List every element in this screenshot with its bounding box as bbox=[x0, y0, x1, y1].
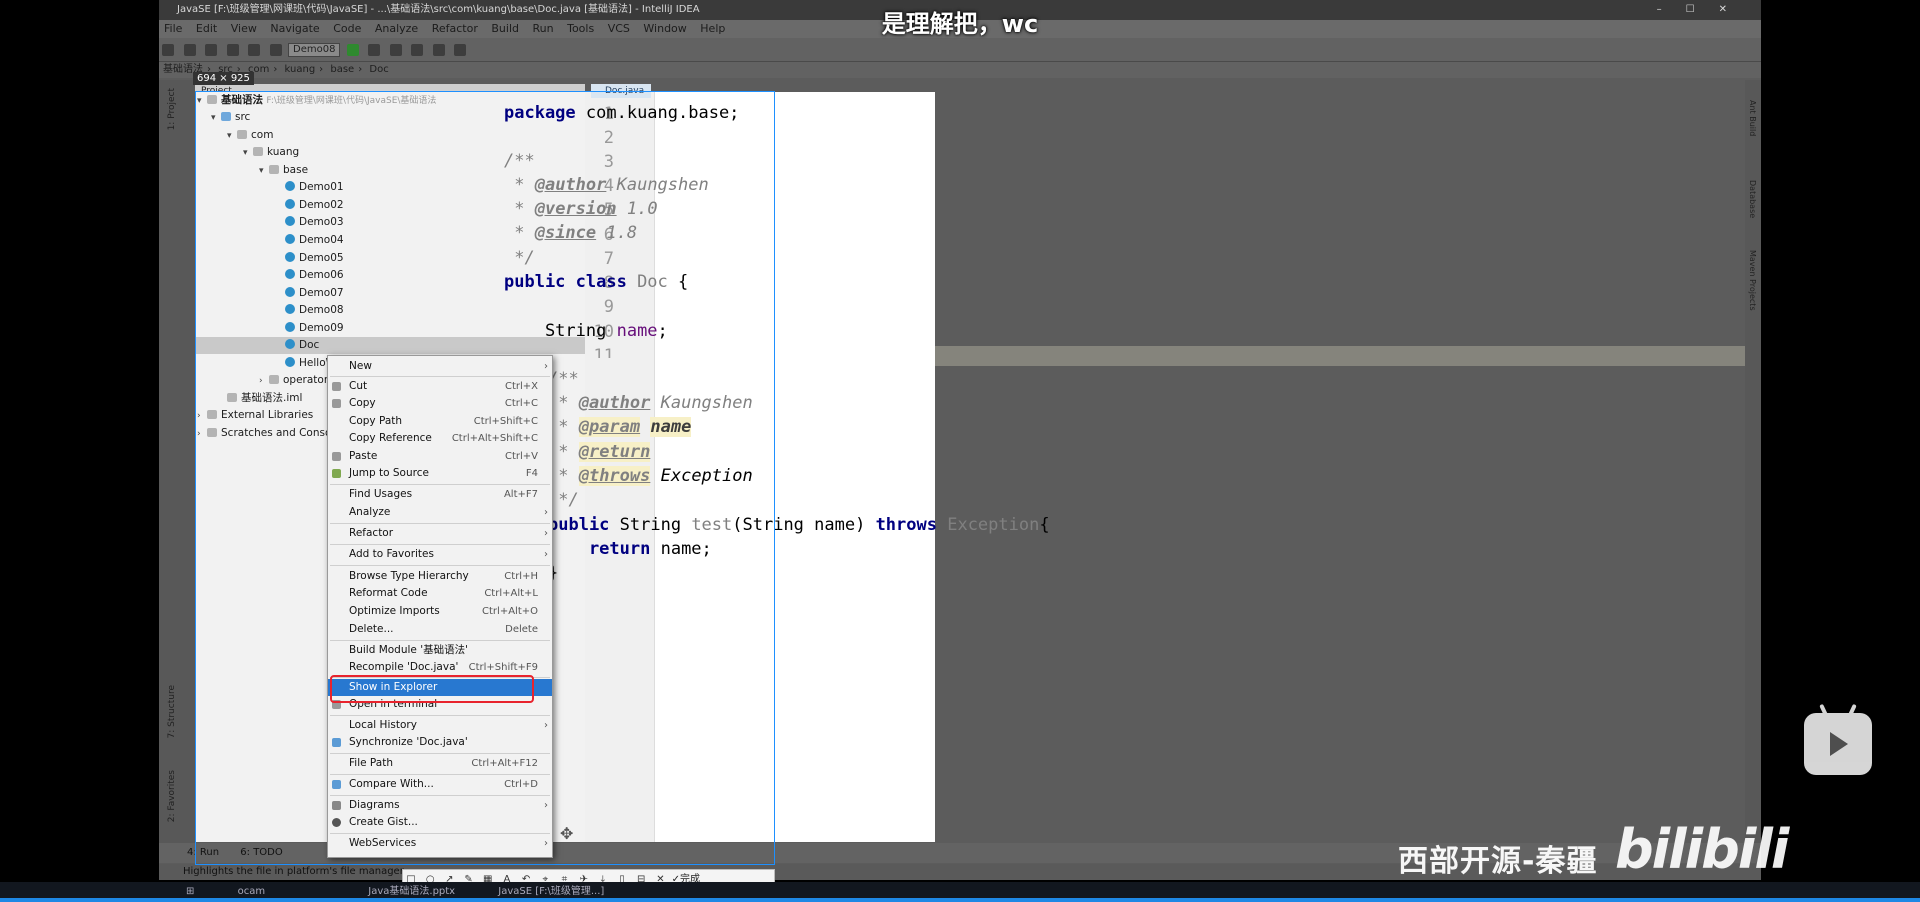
menu-item-build-module[interactable]: Build Module '基础语法' bbox=[328, 642, 552, 659]
menu-item-delete[interactable]: Delete... Delete bbox=[328, 621, 552, 638]
breadcrumb-item[interactable]: Doc bbox=[369, 64, 388, 75]
menu-item-paste[interactable]: Paste Ctrl+V bbox=[328, 448, 552, 465]
maven-tab[interactable]: Maven Projects bbox=[1748, 250, 1757, 311]
menu-separator bbox=[330, 753, 550, 754]
project-structure-icon[interactable] bbox=[432, 44, 445, 56]
menu-separator bbox=[330, 565, 550, 566]
video-subtitle: 是理解把，wc bbox=[881, 10, 1039, 38]
menu-item-local-history[interactable]: Local History › bbox=[328, 717, 552, 734]
play-icon[interactable] bbox=[1804, 703, 1872, 775]
main-toolbar: Demo08 bbox=[159, 38, 1761, 62]
left-tool-strip: 1: Project 7: Structure 2: Favorites bbox=[159, 80, 195, 855]
right-tool-strip: Ant Build Database Maven Projects bbox=[1745, 80, 1761, 855]
project-tool-tab[interactable]: 1: Project bbox=[167, 88, 177, 130]
sync-icon[interactable] bbox=[205, 44, 217, 56]
run-icon[interactable] bbox=[346, 44, 359, 56]
menu-separator bbox=[330, 715, 550, 716]
menu-item-add-to-favorites[interactable]: Add to Favorites › bbox=[328, 546, 552, 563]
breadcrumb: 基础语法 › src › com › kuang › base › Doc bbox=[159, 62, 1761, 78]
back-icon[interactable] bbox=[226, 44, 239, 56]
menu-item-diagrams[interactable]: Diagrams › bbox=[328, 797, 552, 814]
diagram-icon bbox=[332, 801, 341, 810]
menu-item-reformat-code[interactable]: Reformat Code Ctrl+Alt+L bbox=[328, 585, 552, 602]
menu-separator bbox=[330, 376, 550, 377]
editor-dimmed-area bbox=[935, 92, 1745, 842]
stop-icon[interactable] bbox=[411, 44, 424, 56]
ant-build-tab[interactable]: Ant Build bbox=[1748, 100, 1757, 136]
sdk-icon[interactable] bbox=[454, 44, 467, 56]
menu-item-compare-with[interactable]: Compare With... Ctrl+D bbox=[328, 776, 552, 793]
menu-item-copy-reference[interactable]: Copy Reference Ctrl+Alt+Shift+C bbox=[328, 430, 552, 447]
menu-item-copy[interactable]: Copy Ctrl+C bbox=[328, 395, 552, 412]
menu-separator bbox=[330, 833, 550, 834]
menu-item-synchronize[interactable]: Synchronize 'Doc.java' bbox=[328, 734, 552, 751]
menu-item-browse-type-hierarchy[interactable]: Browse Type Hierarchy Ctrl+H bbox=[328, 568, 552, 585]
menu-separator bbox=[330, 640, 550, 641]
database-tab[interactable]: Database bbox=[1748, 180, 1757, 218]
paste-icon bbox=[332, 452, 341, 461]
menu-item-recompile[interactable]: Recompile 'Doc.java' Ctrl+Shift+F9 bbox=[328, 659, 552, 676]
video-progress-line bbox=[0, 898, 1920, 902]
uploader-watermark: 西部开源-秦疆 bbox=[1398, 844, 1598, 879]
taskbar-item[interactable]: JavaSE [F:\班级管理...] bbox=[498, 886, 604, 897]
menu-item-analyze[interactable]: Analyze › bbox=[328, 504, 552, 521]
taskbar-item[interactable]: ocam bbox=[238, 886, 266, 897]
debug-icon[interactable] bbox=[368, 44, 381, 56]
save-icon[interactable] bbox=[183, 44, 196, 56]
forward-icon[interactable] bbox=[248, 44, 260, 56]
build-icon[interactable] bbox=[269, 44, 282, 56]
breadcrumb-item[interactable]: kuang bbox=[285, 64, 316, 75]
taskbar-windows-icon[interactable]: ⊞ bbox=[186, 886, 194, 897]
menu-separator bbox=[330, 795, 550, 796]
github-icon bbox=[332, 818, 341, 827]
cut-icon bbox=[332, 382, 341, 391]
menu-item-refactor[interactable]: Refactor › bbox=[328, 525, 552, 542]
menu-separator bbox=[330, 484, 550, 485]
menu-item-copy-path[interactable]: Copy Path Ctrl+Shift+C bbox=[328, 413, 552, 430]
favorites-tool-tab[interactable]: 2: Favorites bbox=[167, 770, 177, 822]
bilibili-logo: bilibili bbox=[1615, 818, 1789, 881]
menu-item-jump-to-source[interactable]: Jump to Source F4 bbox=[328, 465, 552, 482]
breadcrumb-item[interactable]: base bbox=[330, 64, 354, 75]
open-icon[interactable] bbox=[162, 44, 174, 56]
jump-icon bbox=[332, 469, 341, 478]
coverage-icon[interactable] bbox=[389, 44, 402, 56]
move-handle-icon[interactable]: ✥ bbox=[560, 824, 573, 843]
menu-item-create-gist[interactable]: Create Gist... bbox=[328, 814, 552, 831]
menu-item-optimize-imports[interactable]: Optimize Imports Ctrl+Alt+O bbox=[328, 603, 552, 620]
taskbar-item[interactable]: Java基础语法.pptx bbox=[368, 886, 455, 897]
menu-item-find-usages[interactable]: Find Usages Alt+F7 bbox=[328, 486, 552, 503]
menu-separator bbox=[330, 544, 550, 545]
context-menu: New › Cut Ctrl+X Copy Ctrl+C Copy Path Ctrl+… bbox=[327, 355, 553, 858]
menu-separator bbox=[330, 523, 550, 524]
menu-item-file-path[interactable]: File Path Ctrl+Alt+F12 bbox=[328, 755, 552, 772]
structure-tool-tab[interactable]: 7: Structure bbox=[167, 685, 177, 739]
menu-separator bbox=[330, 774, 550, 775]
sync-icon bbox=[332, 738, 341, 747]
menu-item-new[interactable]: New › bbox=[328, 358, 552, 375]
compare-icon bbox=[332, 780, 341, 789]
run-config-select[interactable]: Demo08 bbox=[288, 43, 341, 57]
copy-icon bbox=[332, 399, 341, 408]
annotation-red-box bbox=[330, 675, 534, 703]
menu-item-webservices[interactable]: WebServices › bbox=[328, 835, 552, 852]
menu-item-cut[interactable]: Cut Ctrl+X bbox=[328, 378, 552, 395]
selection-size-label: 694 × 925 bbox=[193, 72, 254, 85]
status-message: Highlights the file in platform's file m… bbox=[183, 866, 404, 877]
